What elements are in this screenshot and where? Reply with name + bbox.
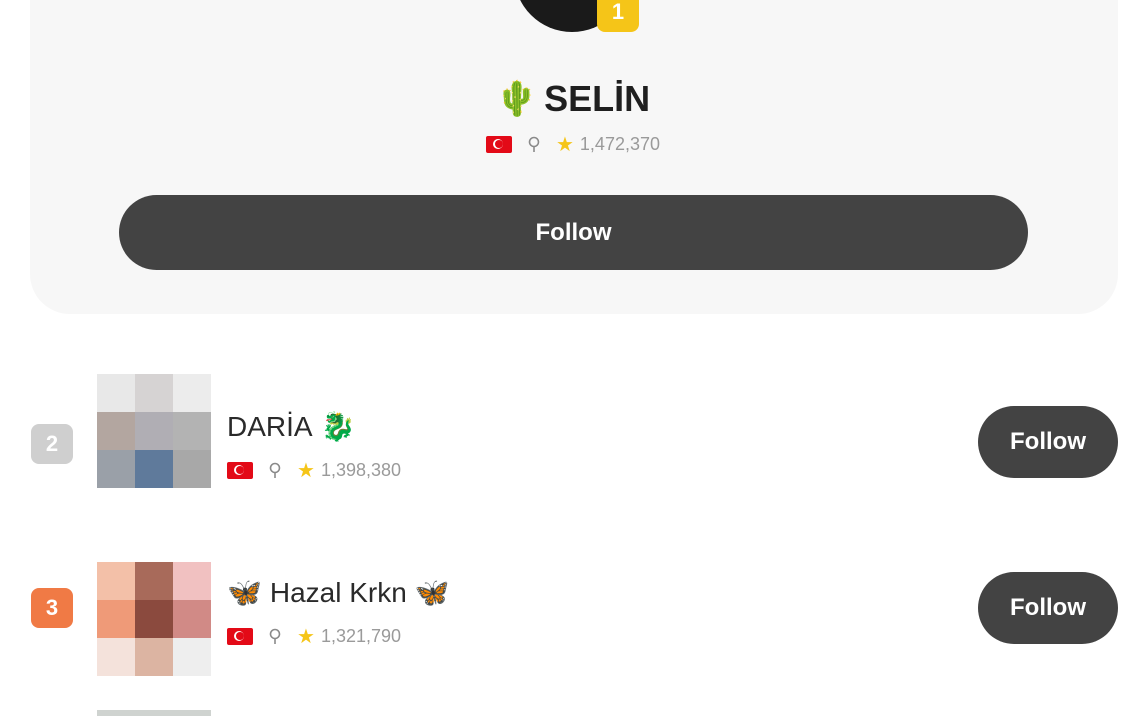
rank-badge: 2 <box>31 424 73 464</box>
turkey-flag-icon <box>227 628 253 645</box>
avatar-pixel <box>135 638 173 676</box>
user-name[interactable]: 🦋 Hazal Krkn 🦋 <box>227 576 450 609</box>
list-item[interactable]: 2 DARİA 🐉 ★ 1,398,380 Follow <box>0 368 1146 518</box>
avatar-pixel <box>173 562 211 600</box>
leaderboard-page: 1 🌵 SELİN ★ 1,472,370 Follow 2 DARİA 🐉 ★… <box>0 0 1146 716</box>
list-item[interactable]: 3 🦋 Hazal Krkn 🦋 ★ 1,321,790 Follow <box>0 524 1146 676</box>
avatar-pixel <box>135 562 173 600</box>
turkey-flag-icon <box>227 462 253 479</box>
top-user-name[interactable]: SELİN <box>544 78 650 120</box>
avatar-pixel <box>173 374 211 412</box>
score-value: 1,398,380 <box>320 460 402 480</box>
top-user-name-row: 🌵 SELİN <box>0 78 1146 120</box>
user-name[interactable]: DARİA 🐉 <box>227 410 355 443</box>
avatar-pixel <box>135 374 173 412</box>
follow-button[interactable]: Follow <box>978 572 1118 644</box>
score-value: 1,472,370 <box>579 134 660 154</box>
avatar-pixel <box>173 412 211 450</box>
star-icon: ★ <box>297 625 315 648</box>
avatar-pixel <box>97 562 135 600</box>
turkey-flag-icon <box>485 136 512 153</box>
follow-button[interactable]: Follow <box>978 406 1118 478</box>
avatar-pixel <box>173 450 211 488</box>
avatar-pixel <box>135 600 173 638</box>
dragon-emoji: 🐉 <box>320 411 356 442</box>
location-pin-icon <box>526 136 542 154</box>
avatar-pixel <box>97 638 135 676</box>
avatar-pixel <box>97 450 135 488</box>
location-pin-icon <box>267 628 283 646</box>
user-meta: ★ 1,398,380 <box>227 460 401 481</box>
next-avatar-peek <box>97 710 211 716</box>
butterfly-emoji: 🦋 <box>227 577 262 608</box>
butterfly-emoji: 🦋 <box>414 577 450 608</box>
avatar[interactable] <box>97 562 211 676</box>
avatar-pixel <box>135 450 173 488</box>
avatar-pixel <box>97 374 135 412</box>
top-user-meta: ★ 1,472,370 <box>0 134 1146 155</box>
user-name-text: Hazal Krkn <box>269 576 407 608</box>
score-value: 1,321,790 <box>320 626 402 646</box>
avatar-pixel <box>173 600 211 638</box>
star-icon: ★ <box>297 459 315 482</box>
rank-badge: 1 <box>597 0 639 32</box>
avatar-pixel <box>97 600 135 638</box>
user-name-text: DARİA <box>227 410 313 442</box>
location-pin-icon <box>267 462 283 480</box>
follow-button[interactable]: Follow <box>119 195 1028 270</box>
cactus-emoji: 🌵 <box>495 80 539 118</box>
avatar[interactable] <box>97 374 211 488</box>
user-meta: ★ 1,321,790 <box>227 626 401 647</box>
rank-badge: 3 <box>31 588 73 628</box>
avatar-pixel <box>173 638 211 676</box>
avatar-pixel <box>97 412 135 450</box>
star-icon: ★ <box>555 133 574 156</box>
avatar-pixel <box>135 412 173 450</box>
